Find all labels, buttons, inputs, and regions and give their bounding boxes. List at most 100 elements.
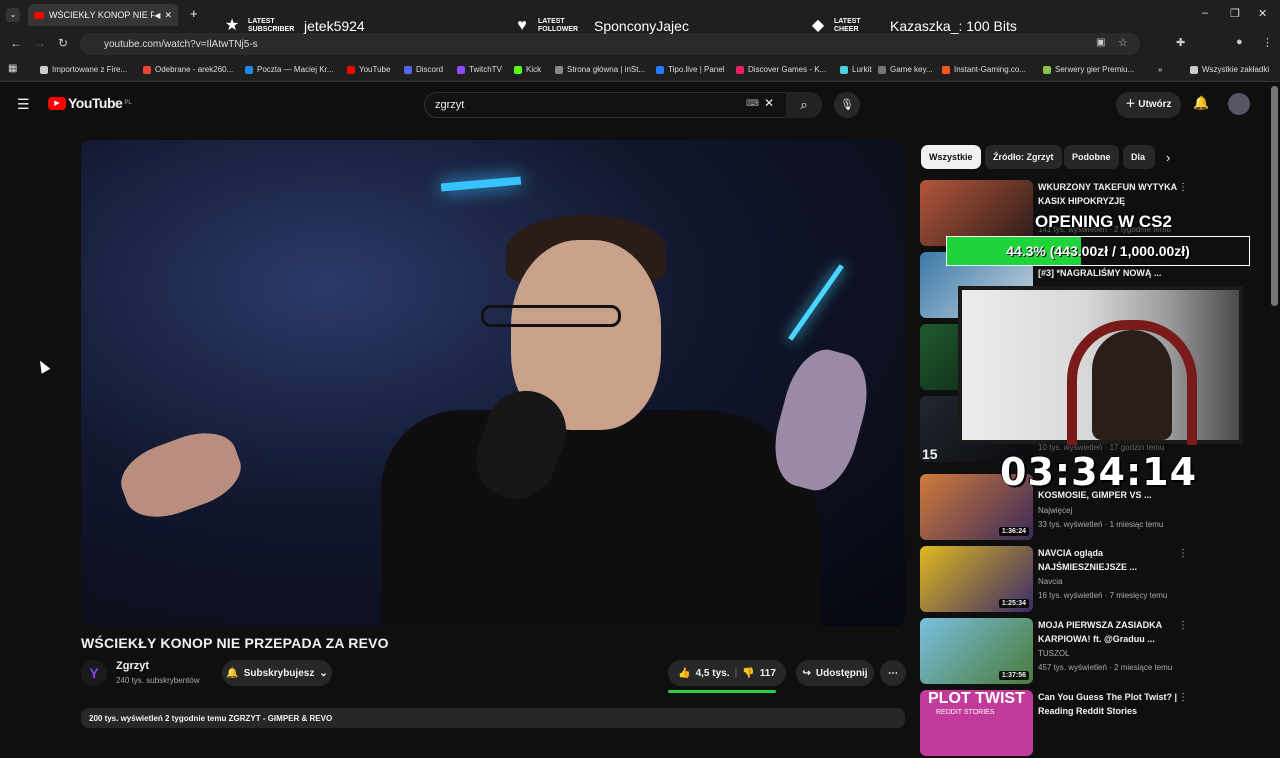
more-vertical-icon[interactable]: ⋮: [1178, 182, 1188, 193]
bookmark-item[interactable]: Discover Games - K...: [736, 65, 826, 74]
search-button[interactable]: ⌕: [786, 92, 822, 118]
rec-title: Can You Guess The Plot Twist? | Reading …: [1038, 692, 1178, 716]
thumbs-up-icon: 👍: [678, 667, 691, 679]
restore-icon[interactable]: ❐: [1230, 7, 1240, 20]
alert-value: Kazaszka_: 100 Bits: [890, 18, 1017, 34]
bookmark-item[interactable]: Discord: [404, 65, 443, 74]
description-box[interactable]: 200 tys. wyświetleń 2 tygodnie temu ZGRZ…: [81, 708, 905, 728]
bookmark-item[interactable]: Game key...: [878, 65, 933, 74]
close-window-icon[interactable]: ✕: [1258, 7, 1267, 20]
chip-for-you[interactable]: Dla C: [1123, 145, 1155, 169]
scrollbar[interactable]: [1271, 86, 1278, 306]
more-bookmarks-icon[interactable]: »: [1158, 65, 1162, 74]
apps-grid-icon[interactable]: ▦: [8, 63, 17, 74]
bookmark-item[interactable]: Strona główna | inSt...: [555, 65, 645, 74]
thumbnail: 1:37:56: [920, 618, 1033, 684]
bookmark-item[interactable]: Odebrane - arek260...: [143, 65, 233, 74]
video-player[interactable]: [81, 140, 905, 626]
back-icon[interactable]: ←: [10, 36, 22, 50]
dislike-button[interactable]: 👎 117: [742, 668, 776, 679]
chip-related[interactable]: Podobne: [1064, 145, 1119, 169]
alert-value: jetek5924: [304, 18, 365, 34]
bookmark-item[interactable]: Lurkit: [840, 65, 872, 74]
glasses-shape: [481, 305, 621, 327]
duration-badge: 1:37:56: [998, 671, 1029, 680]
clear-search-icon[interactable]: ✕: [764, 96, 774, 110]
like-ratio-bar: [668, 690, 776, 693]
reload-icon[interactable]: ↻: [58, 36, 68, 50]
bookmark-item[interactable]: Importowane z Fire...: [40, 65, 127, 74]
bookmark-item[interactable]: Serwery gier Premiu...: [1043, 65, 1134, 74]
browser-menu-icon[interactable]: ⋮: [1262, 36, 1273, 49]
channel-name[interactable]: Zgrzyt: [116, 660, 149, 672]
chip-source[interactable]: Źródło: Zgrzyt: [985, 145, 1062, 169]
bookmark-label: Tipo.live | Panel: [668, 65, 725, 74]
install-icon[interactable]: ▣: [1096, 37, 1105, 48]
more-actions-button[interactable]: ⋯: [880, 660, 906, 686]
stream-timer: 03:34:14: [1000, 450, 1198, 494]
more-vertical-icon[interactable]: ⋮: [1178, 548, 1188, 559]
chip-all[interactable]: Wszystkie: [921, 145, 981, 169]
outlook-icon: [245, 65, 253, 74]
create-button[interactable]: ＋ Utwórz: [1116, 92, 1181, 118]
rec-channel: Navcia: [1038, 577, 1063, 586]
list-item[interactable]: 1:37:56 MOJA PIERWSZA ZASIADKA KARPIOWA!…: [920, 618, 1270, 686]
bookmark-item[interactable]: Kick: [514, 65, 541, 74]
bookmark-label: Lurkit: [852, 65, 872, 74]
hand-shape: [112, 421, 250, 529]
bookmark-item[interactable]: Poczta — Maciej Kr...: [245, 65, 333, 74]
minimize-icon[interactable]: –: [1202, 7, 1208, 19]
page-icon: [878, 65, 886, 74]
search-input[interactable]: zgrzyt: [424, 92, 822, 118]
video-title: WŚCIEKŁY KONOP NIE PRZEPADA ZA REVO: [81, 635, 389, 651]
more-vertical-icon[interactable]: ⋮: [1178, 692, 1188, 703]
plus-icon: ＋: [1125, 99, 1139, 110]
bookmark-item[interactable]: Tipo.live | Panel: [656, 65, 724, 74]
channel-avatar[interactable]: Y: [81, 660, 107, 686]
forward-icon[interactable]: →: [34, 36, 46, 50]
rec-meta: 16 tys. wyświetleń · 7 miesięcy temu: [1038, 591, 1168, 600]
bookmark-label: Strona główna | inSt...: [567, 65, 646, 74]
chevron-right-icon[interactable]: ›: [1166, 150, 1170, 165]
extensions-icon[interactable]: ✚: [1176, 36, 1185, 49]
bookmark-item[interactable]: YouTube: [347, 65, 390, 74]
thumb-number: 15: [922, 446, 938, 462]
bookmark-label: YouTube: [359, 65, 391, 74]
rec-channel: TUSZOL: [1038, 649, 1070, 658]
search-icon: ⌕: [800, 97, 808, 112]
discord-icon: [404, 65, 412, 74]
list-item[interactable]: PLOT TWIST REDDIT STORIES Can You Guess …: [920, 690, 1270, 758]
menu-hamburger-icon[interactable]: ☰: [17, 96, 30, 113]
keyboard-icon[interactable]: ⌨: [746, 98, 759, 109]
voice-search-button[interactable]: 🎙: [834, 92, 860, 118]
create-label: Utwórz: [1138, 99, 1172, 110]
donation-goal-bar: 44.3% (443.00zł / 1,000.00zł): [946, 236, 1250, 266]
donation-goal-title: OPENING W CS2: [1035, 212, 1172, 231]
person-body: [381, 410, 821, 626]
bookmark-label: Instant-Gaming.co...: [954, 65, 1027, 74]
list-item[interactable]: 1:25:34 NAVCIA ogląda NAJŚMIESZNIEJSZE .…: [920, 546, 1270, 614]
tab-close-icon[interactable]: ✕: [164, 10, 172, 21]
speaker-icon[interactable]: ◀: [154, 11, 160, 20]
new-tab-button[interactable]: +: [190, 6, 198, 21]
more-vertical-icon[interactable]: ⋮: [1178, 620, 1188, 631]
page-icon: [555, 65, 563, 74]
subscribed-button[interactable]: 🔔 Subskrybujesz ⌄: [222, 660, 332, 686]
tab-title: WŚCIEKŁY KONOP NIE PRZEP: [49, 10, 155, 20]
alert-value: SponconyJajec: [594, 18, 689, 34]
like-count: 4,5 tys.: [695, 667, 730, 679]
all-bookmarks[interactable]: Wszystkie zakładki: [1190, 65, 1269, 74]
like-button[interactable]: 👍 4,5 tys.: [678, 668, 729, 679]
share-button[interactable]: ↪ Udostępnij: [796, 660, 874, 686]
profile-icon[interactable]: ●: [1236, 36, 1243, 48]
browser-tab-active[interactable]: WŚCIEKŁY KONOP NIE PRZEP ◀ ✕: [28, 4, 178, 26]
tipo-icon: [656, 65, 664, 74]
bookmark-item[interactable]: Instant-Gaming.co...: [942, 65, 1026, 74]
bookmark-item[interactable]: TwitchTV: [457, 65, 502, 74]
bookmark-star-icon[interactable]: ☆: [1118, 36, 1128, 49]
avatar[interactable]: [1228, 93, 1250, 115]
notifications-bell-icon[interactable]: 🔔: [1193, 95, 1209, 111]
youtube-logo[interactable]: ▶ YouTube PL: [48, 95, 132, 111]
rec-channel: Najwięcej: [1038, 506, 1073, 515]
tab-search-icon[interactable]: ⌄: [6, 8, 20, 22]
